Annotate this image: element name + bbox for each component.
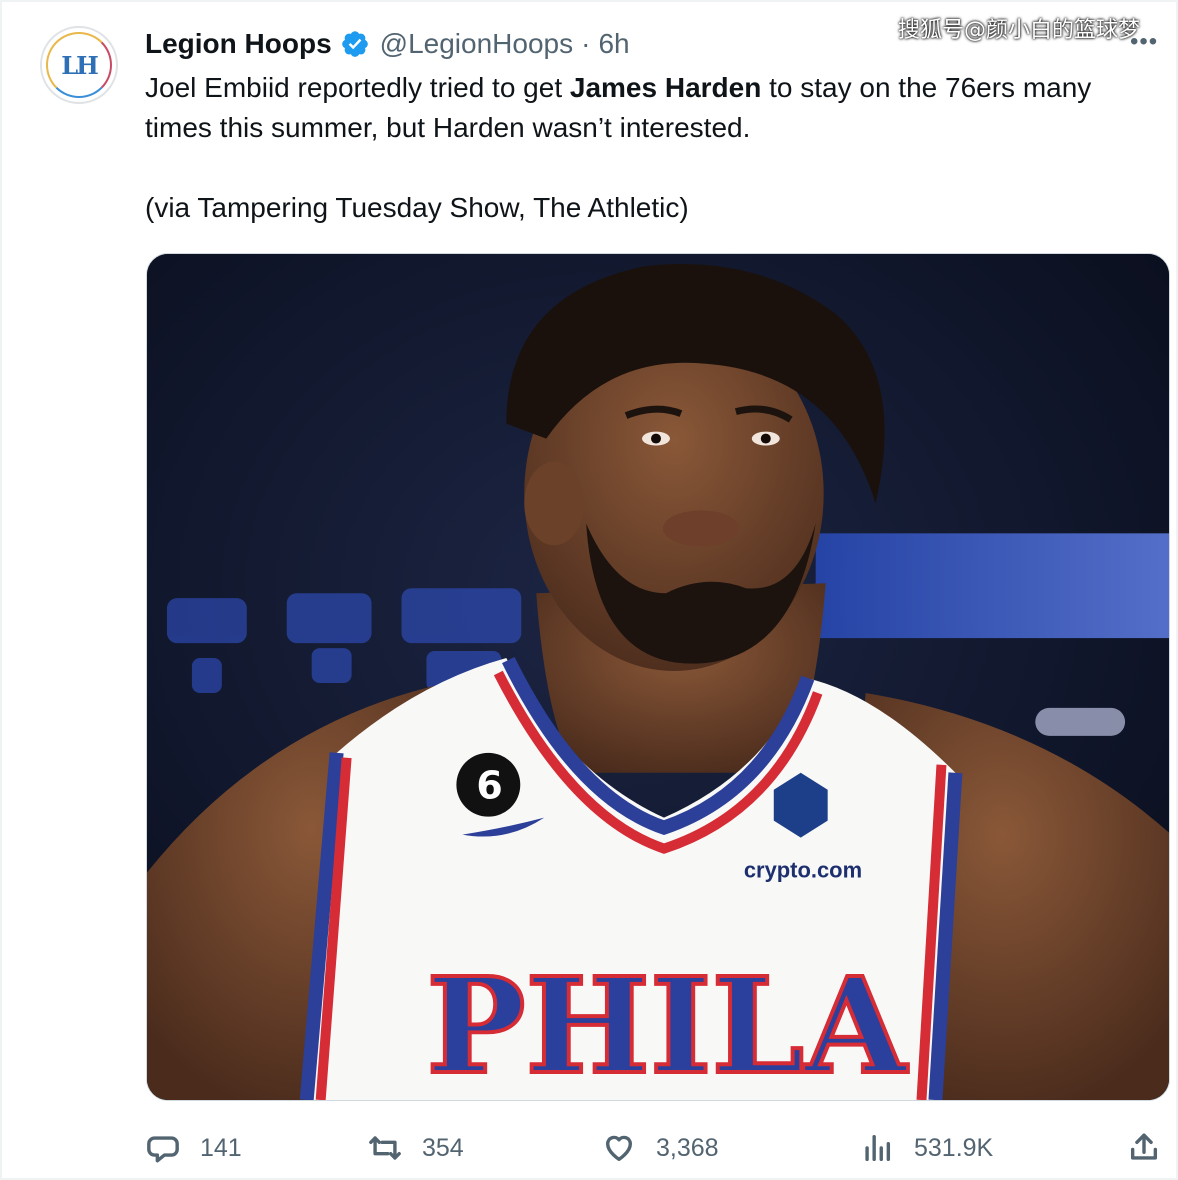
watermark: 搜狐号@颜小白的篮球梦 <box>898 18 1141 43</box>
jersey-sponsor: crypto.com <box>744 858 862 883</box>
like-icon <box>605 1135 633 1162</box>
tweet-bold-mention: James Harden <box>569 72 762 103</box>
avatar-ring <box>46 32 112 98</box>
account-handle[interactable]: @LegionHoops <box>380 28 573 60</box>
tweet-actions: 141 354 3,368 531.9K <box>2 1126 1178 1170</box>
player-photo-illustration: PHILA 6 crypto.com <box>147 254 1169 1100</box>
views-button[interactable]: 531.9K <box>860 1126 993 1170</box>
account-name[interactable]: Legion Hoops <box>145 28 332 60</box>
reply-button[interactable]: 141 <box>146 1126 242 1170</box>
separator-dot: · <box>581 28 591 59</box>
reply-icon <box>147 1136 179 1163</box>
timestamp[interactable]: 6h <box>598 28 629 60</box>
like-button[interactable]: 3,368 <box>602 1126 719 1170</box>
tweet-text: Joel Embiid reportedly tried to get Jame… <box>145 68 1155 228</box>
retweet-icon <box>369 1136 401 1160</box>
share-icon <box>1130 1133 1158 1160</box>
tweet-body: Joel Embiid reportedly tried to get Jame… <box>145 68 1155 148</box>
tweet-card: LH Legion Hoops @LegionHoops · 6h 搜狐号@颜小… <box>0 0 1178 1180</box>
tweet-text-before: Joel Embiid reportedly tried to get <box>145 72 570 103</box>
share-button[interactable] <box>1127 1126 1161 1170</box>
views-count: 531.9K <box>914 1133 994 1162</box>
jersey-lettering: PHILA <box>426 949 908 1100</box>
avatar[interactable]: LH <box>40 26 118 104</box>
jersey-patch-number: 6 <box>476 764 502 808</box>
retweet-button[interactable]: 354 <box>368 1126 464 1170</box>
views-icon <box>865 1134 891 1162</box>
like-count: 3,368 <box>656 1133 719 1162</box>
more-options-icon[interactable]: ••• <box>1130 28 1158 56</box>
tweet-header: Legion Hoops @LegionHoops · 6h <box>145 26 630 62</box>
verified-badge-icon <box>341 31 368 57</box>
retweet-count: 354 <box>422 1133 464 1162</box>
reply-count: 141 <box>200 1133 242 1162</box>
tweet-photo[interactable]: PHILA 6 crypto.com <box>146 253 1170 1101</box>
tweet-source: (via Tampering Tuesday Show, The Athleti… <box>145 192 689 223</box>
